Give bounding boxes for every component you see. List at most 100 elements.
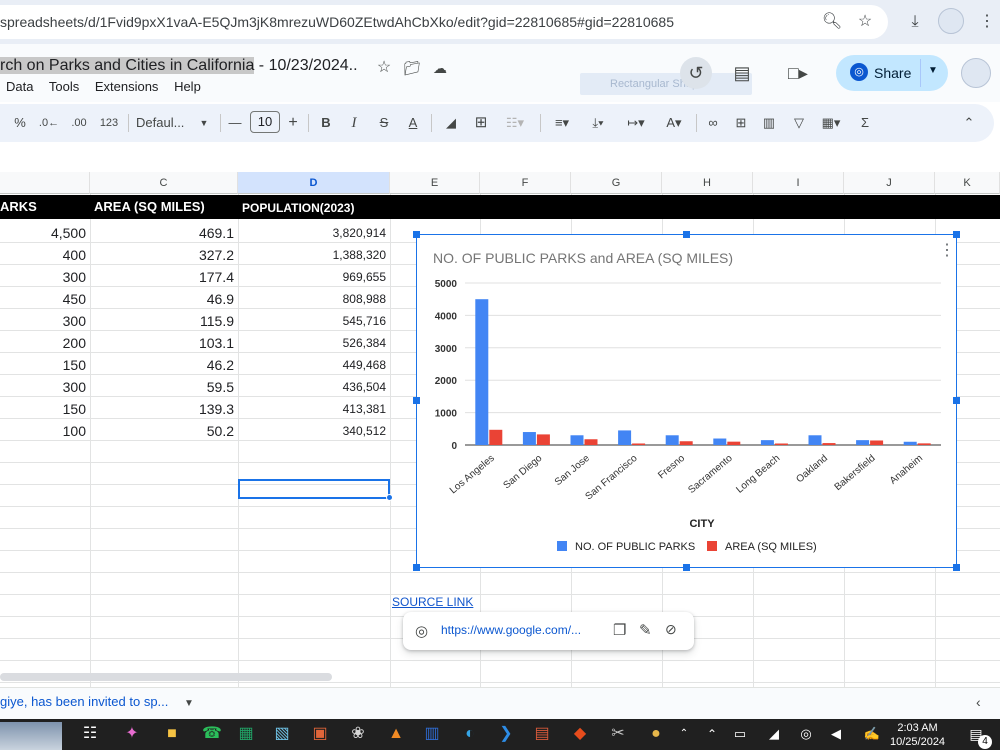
text-wrapping-icon[interactable]: ↦▾ <box>622 112 650 134</box>
system-clock[interactable]: 2:03 AM 10/25/2024 <box>890 721 945 749</box>
edge-icon[interactable]: ◐ <box>456 721 484 747</box>
zoom-icon[interactable]: 🔍︎ <box>820 10 844 34</box>
word-icon[interactable]: ▥ <box>418 721 446 747</box>
text-rotation-icon[interactable]: A▾ <box>660 112 688 134</box>
cell-parks[interactable]: 150 <box>0 398 90 420</box>
cell-area[interactable]: 177.4 <box>90 266 238 288</box>
menu-data[interactable]: Data <box>6 79 33 94</box>
font-size-increase-button[interactable]: + <box>284 112 302 134</box>
font-size-decrease-button[interactable]: — <box>226 112 244 134</box>
share-button[interactable]: ◎ Share ▼ <box>836 55 948 91</box>
column-header-c[interactable]: C <box>90 172 238 194</box>
link-preview-url[interactable]: https://www.google.com/... <box>441 623 581 637</box>
cell-area[interactable]: 59.5 <box>90 376 238 398</box>
cell-pop[interactable]: 413,381 <box>238 398 390 420</box>
cell-parks[interactable]: 300 <box>0 310 90 332</box>
copy-link-icon[interactable]: ❐ <box>613 621 626 639</box>
phone-app-icon[interactable]: ☎ <box>198 721 226 747</box>
column-header-d[interactable]: D <box>238 172 390 194</box>
cell-area[interactable]: 469.1 <box>90 222 238 244</box>
cell-pop[interactable]: 969,655 <box>238 266 390 288</box>
cell-parks[interactable]: 100 <box>0 420 90 442</box>
merge-cells-icon[interactable]: ☷▾ <box>500 112 530 134</box>
font-chevron-down-icon[interactable]: ▼ <box>198 112 210 134</box>
percent-format-button[interactable]: % <box>10 112 30 134</box>
fill-color-icon[interactable]: ◢ <box>440 112 462 134</box>
cell-parks[interactable]: 150 <box>0 354 90 376</box>
doc-title[interactable]: rch on Parks and Cities in California - … <box>0 57 358 75</box>
insert-comment-icon[interactable]: ⊞ <box>730 112 752 134</box>
horizontal-align-icon[interactable]: ≡▾ <box>548 112 576 134</box>
bold-button[interactable]: B <box>316 112 336 134</box>
text-color-button[interactable]: A <box>403 112 423 134</box>
font-size-input[interactable]: 10 <box>250 111 280 133</box>
header-parks[interactable]: ARKS <box>0 199 37 214</box>
cell-pop[interactable]: 340,512 <box>238 420 390 442</box>
cell-area[interactable]: 50.2 <box>90 420 238 442</box>
excel-icon[interactable]: ▦ <box>232 721 260 747</box>
weather-widget-icon[interactable] <box>0 722 62 750</box>
column-header-e[interactable]: E <box>390 172 480 194</box>
decrease-decimal-button[interactable]: .0← <box>36 112 62 134</box>
borders-icon[interactable]: ⊞ <box>470 112 492 134</box>
calculator-icon[interactable]: ▣ <box>306 721 334 747</box>
horizontal-scrollbar[interactable] <box>0 673 332 681</box>
column-header-i[interactable]: I <box>753 172 844 194</box>
header-area[interactable]: AREA (SQ MILES) <box>94 199 205 214</box>
copilot-icon[interactable]: ✦ <box>118 721 146 747</box>
remove-link-icon[interactable]: ⊘ <box>665 621 677 638</box>
column-header-b[interactable] <box>0 172 90 194</box>
meet-icon[interactable]: □▸ <box>778 57 818 89</box>
snipping-tool-icon[interactable]: ✂ <box>604 721 632 747</box>
notes-app-icon[interactable]: ▧ <box>268 721 296 747</box>
increase-decimal-button[interactable]: .00 <box>66 112 92 134</box>
wifi-icon[interactable]: ◢ <box>760 721 788 747</box>
cell-parks[interactable]: 400 <box>0 244 90 266</box>
source-link[interactable]: SOURCE LINK <box>392 595 473 609</box>
resize-handle[interactable] <box>683 231 690 238</box>
cell-pop[interactable]: 1,388,320 <box>238 244 390 266</box>
invite-notification[interactable]: giye, has been invited to sp... ▼ <box>0 694 194 709</box>
cell-area[interactable]: 327.2 <box>90 244 238 266</box>
cell-pop[interactable]: 545,716 <box>238 310 390 332</box>
insert-chart-icon[interactable]: ▥ <box>758 112 780 134</box>
resize-handle[interactable] <box>953 231 960 238</box>
chevron-down-icon[interactable]: ▼ <box>928 65 938 76</box>
cell-pop[interactable]: 526,384 <box>238 332 390 354</box>
version-history-icon[interactable]: ↺ <box>680 57 712 89</box>
chevron-left-icon[interactable]: ‹ <box>976 694 981 710</box>
cell-pop[interactable]: 808,988 <box>238 288 390 310</box>
menu-tools[interactable]: Tools <box>49 79 79 94</box>
browser-menu-icon[interactable]: ⋮ <box>975 10 999 34</box>
cell-area[interactable]: 46.2 <box>90 354 238 376</box>
insert-link-icon[interactable]: ∞ <box>702 112 724 134</box>
show-hidden-icons[interactable]: ⌃ <box>698 721 726 747</box>
vertical-align-icon[interactable]: ⤓▾ <box>584 112 612 134</box>
resize-handle[interactable] <box>953 564 960 571</box>
menu-help[interactable]: Help <box>174 79 201 94</box>
chrome-icon[interactable]: ● <box>642 721 670 747</box>
profile-avatar[interactable] <box>938 8 964 34</box>
cell-parks[interactable]: 450 <box>0 288 90 310</box>
fill-handle[interactable] <box>386 494 393 501</box>
bookmark-star-icon[interactable]: ☆ <box>853 10 877 34</box>
edit-link-icon[interactable]: ✎ <box>639 621 652 639</box>
column-header-j[interactable]: J <box>844 172 935 194</box>
column-header-h[interactable]: H <box>662 172 753 194</box>
resize-handle[interactable] <box>413 564 420 571</box>
selected-cell[interactable] <box>238 479 390 499</box>
column-header-f[interactable]: F <box>480 172 571 194</box>
cell-pop[interactable]: 449,468 <box>238 354 390 376</box>
cell-pop[interactable]: 436,504 <box>238 376 390 398</box>
filter-views-icon[interactable]: ▦▾ <box>816 112 846 134</box>
resize-handle[interactable] <box>953 397 960 404</box>
vscode-icon[interactable]: ❯ <box>492 721 520 747</box>
paint-app-icon[interactable]: ❀ <box>344 721 372 747</box>
italic-button[interactable]: I <box>344 112 364 134</box>
cell-parks[interactable]: 200 <box>0 332 90 354</box>
cell-area[interactable]: 46.9 <box>90 288 238 310</box>
menu-extensions[interactable]: Extensions <box>95 79 159 94</box>
task-view-icon[interactable]: ☷ <box>76 721 104 747</box>
chart-container[interactable]: NO. OF PUBLIC PARKS and AREA (SQ MILES) ⋮… <box>416 234 957 568</box>
more-formats-button[interactable]: 123 <box>96 112 122 134</box>
